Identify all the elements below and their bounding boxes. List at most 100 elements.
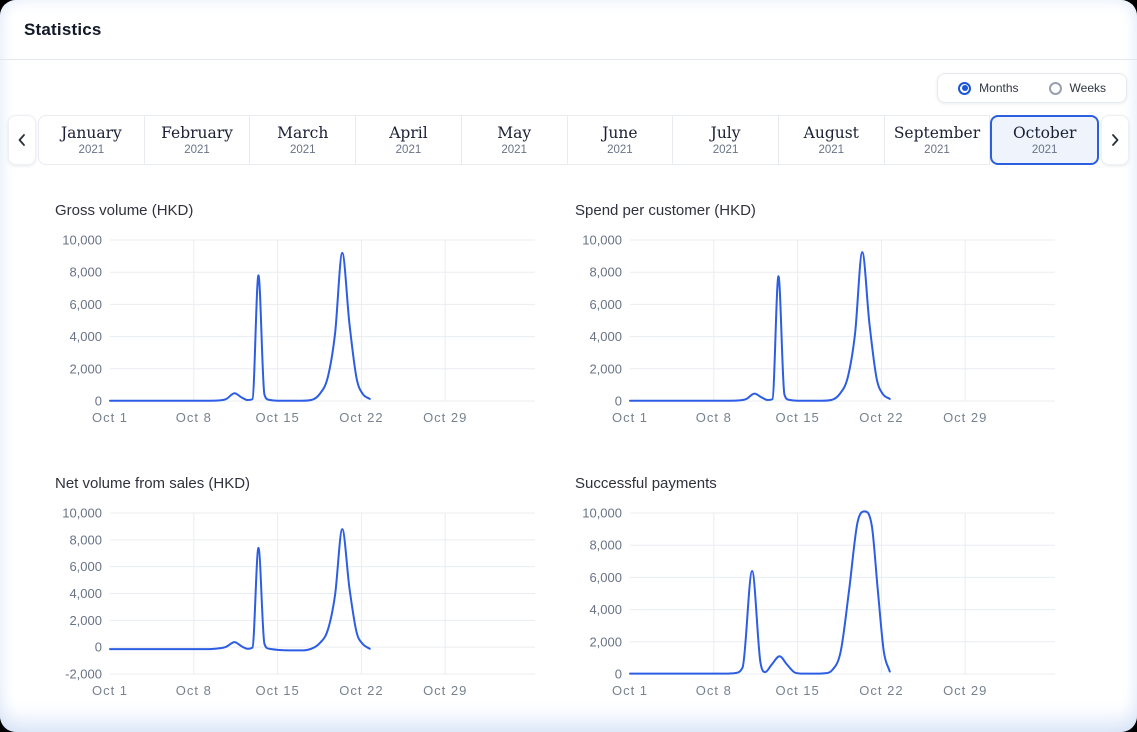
tab-october-2021[interactable]: October 2021 [990,115,1099,165]
tab-month-label: September [894,124,980,143]
tab-year-label: 2021 [607,143,633,157]
month-tab-list: January 2021 February 2021 March 2021 Ap… [38,115,1099,165]
tab-september-2021[interactable]: September 2021 [885,115,991,165]
tab-year-label: 2021 [184,143,210,157]
svg-text:Oct 15: Oct 15 [775,410,819,425]
tab-may-2021[interactable]: May 2021 [462,115,568,165]
tab-month-label: April [389,124,427,143]
tab-july-2021[interactable]: July 2021 [673,115,779,165]
svg-text:-2,000: -2,000 [65,667,102,682]
tab-august-2021[interactable]: August 2021 [779,115,885,165]
tab-month-label: January [61,124,122,143]
svg-text:0: 0 [615,394,622,409]
chart-net-volume: Net volume from sales (HKD) -2,000 0 2,000… [55,474,537,703]
svg-text:Oct 8: Oct 8 [696,683,732,698]
chart-successful-payments: Successful payments 0 2,000 4,000 6,000 8,00… [575,474,1057,703]
svg-text:4,000: 4,000 [69,586,102,601]
tab-month-label: July [711,124,741,143]
tab-year-label: 2021 [818,143,844,157]
net-volume-line-chart: -2,000 0 2,000 4,000 6,000 8,000 10,000 Oct 1 Oc… [55,503,537,703]
svg-text:2,000: 2,000 [589,361,622,376]
svg-text:Oct 15: Oct 15 [255,683,299,698]
svg-text:Oct 1: Oct 1 [612,683,648,698]
svg-text:Oct 1: Oct 1 [612,410,648,425]
svg-text:4,000: 4,000 [69,329,102,344]
svg-text:Oct 22: Oct 22 [859,683,903,698]
svg-text:0: 0 [615,667,622,682]
svg-text:2,000: 2,000 [589,634,622,649]
svg-text:10,000: 10,000 [582,233,622,248]
gross-volume-line-chart: 02,0004,0006,0008,00010,000Oct 1Oct 8Oct… [55,230,537,430]
svg-text:2,000: 2,000 [69,361,102,376]
svg-text:Oct 29: Oct 29 [943,683,987,698]
svg-text:6,000: 6,000 [69,559,102,574]
svg-text:8,000: 8,000 [589,538,622,553]
tab-june-2021[interactable]: June 2021 [568,115,674,165]
svg-text:Oct 8: Oct 8 [176,683,212,698]
tab-month-label: March [277,124,328,143]
tab-year-label: 2021 [924,143,950,157]
tab-month-label: February [161,124,233,143]
svg-text:10,000: 10,000 [62,233,102,248]
tab-year-label: 2021 [79,143,105,157]
page-title: Statistics [24,20,102,40]
svg-text:6,000: 6,000 [69,297,102,312]
next-month-button[interactable] [1101,115,1129,165]
chart-spend-per-customer: Spend per customer (HKD) 02,0004,0006,00… [575,201,1057,430]
period-toggle: Months Weeks [937,73,1127,103]
chart-title: Net volume from sales (HKD) [55,474,537,493]
charts-grid: Gross volume (HKD) 0 2,000 4,000 6,000 8,000… [0,165,1137,703]
svg-text:Oct 1: Oct 1 [92,683,128,698]
tab-month-label: June [602,124,637,143]
radio-unselected-icon[interactable] [1049,82,1062,95]
tab-april-2021[interactable]: April 2021 [356,115,462,165]
chart-title: Successful payments [575,474,1057,493]
tab-year-label: 2021 [396,143,422,157]
months-radio-option[interactable]: Months [958,81,1018,95]
svg-text:Oct 29: Oct 29 [423,683,467,698]
weeks-radio-option[interactable]: Weeks [1049,81,1106,95]
tab-year-label: 2021 [501,143,527,157]
chart-title: Gross volume (HKD) [55,201,537,220]
svg-text:8,000: 8,000 [589,265,622,280]
svg-text:Oct 15: Oct 15 [255,410,299,425]
svg-text:Oct 22: Oct 22 [339,410,383,425]
tab-month-label: August [804,124,859,143]
svg-text:6,000: 6,000 [589,570,622,585]
tab-month-label: May [497,124,531,143]
tab-year-label: 2021 [713,143,739,157]
tab-march-2021[interactable]: March 2021 [250,115,356,165]
svg-text:0: 0 [95,394,102,409]
svg-text:Oct 8: Oct 8 [176,410,212,425]
svg-text:4,000: 4,000 [589,602,622,617]
svg-text:Oct 22: Oct 22 [339,683,383,698]
tab-year-label: 2021 [1032,143,1058,157]
chart-gross-volume: Gross volume (HKD) 0 2,000 4,000 6,000 8,000… [55,201,537,430]
svg-text:10,000: 10,000 [582,506,622,521]
tab-month-label: October [1013,124,1076,143]
tab-january-2021[interactable]: January 2021 [38,115,145,165]
chevron-right-icon [1107,132,1123,148]
svg-text:6,000: 6,000 [589,297,622,312]
statistics-panel: Statistics Months Weeks January 2021 [0,0,1137,732]
tab-year-label: 2021 [290,143,316,157]
panel-header: Statistics [0,0,1137,60]
chart-title: Spend per customer (HKD) [575,201,1057,220]
svg-text:8,000: 8,000 [69,265,102,280]
svg-text:0: 0 [95,640,102,655]
months-radio-label: Months [979,81,1018,95]
svg-text:Oct 22: Oct 22 [859,410,903,425]
svg-text:Oct 8: Oct 8 [696,410,732,425]
successful-payments-line-chart: 0 2,000 4,000 6,000 8,000 10,000 Oct 1 Oct 8 Oct… [575,503,1057,703]
svg-text:Oct 29: Oct 29 [943,410,987,425]
svg-text:2,000: 2,000 [69,613,102,628]
svg-text:Oct 15: Oct 15 [775,683,819,698]
radio-selected-icon[interactable] [958,82,971,95]
chevron-left-icon [14,132,30,148]
svg-text:Oct 29: Oct 29 [423,410,467,425]
svg-text:10,000: 10,000 [62,506,102,521]
weeks-radio-label: Weeks [1070,81,1106,95]
svg-text:8,000: 8,000 [69,532,102,547]
tab-february-2021[interactable]: February 2021 [145,115,251,165]
prev-month-button[interactable] [8,115,36,165]
